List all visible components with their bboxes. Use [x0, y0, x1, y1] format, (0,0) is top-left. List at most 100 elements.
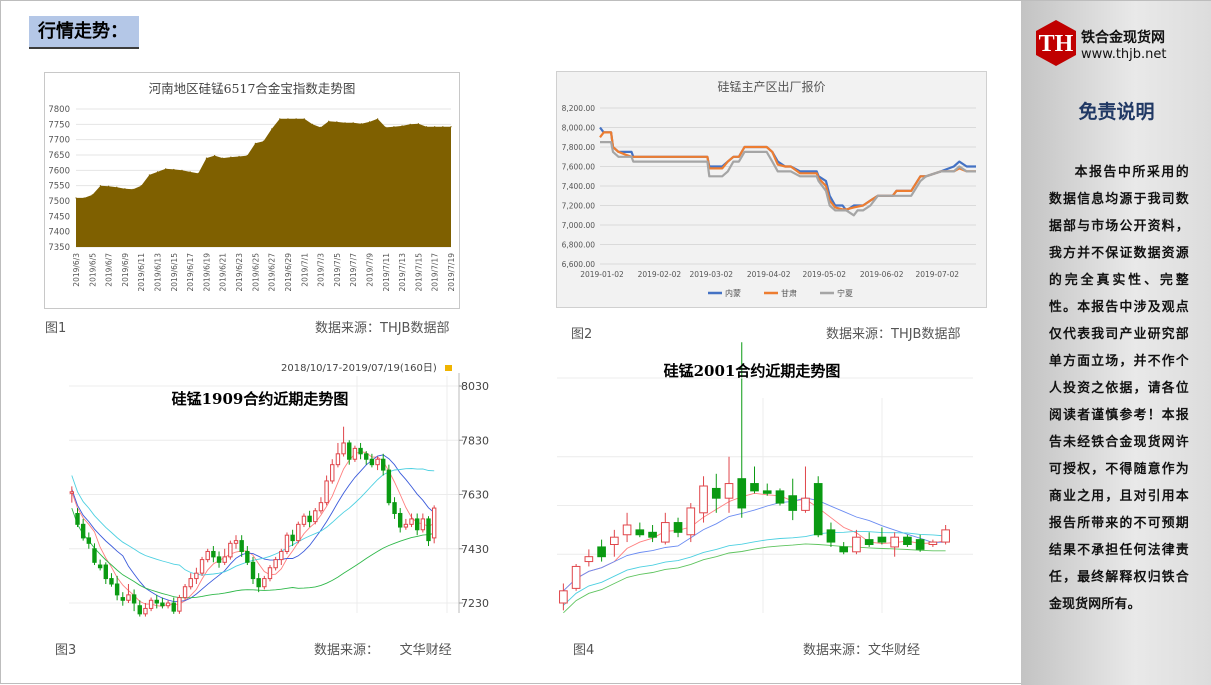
chart-4-candle-body [890, 536, 899, 548]
chart-4-candle [724, 456, 734, 513]
chart-2-x-tick: 2019-03-02 [689, 270, 733, 279]
chart-3-moving-average [71, 507, 435, 599]
chart-3-candle-body [148, 599, 154, 609]
chart-2-legend-label: 内蒙 [725, 288, 741, 298]
chart-3-candle-body [171, 602, 176, 612]
chart-1-point [434, 126, 436, 128]
chart-2-title: 硅锰主产区出厂报价 [717, 79, 825, 94]
chart-3-candle-body [347, 442, 352, 460]
chart-4-candle-body [762, 490, 772, 494]
chart-1-point [303, 118, 305, 120]
chart-1-point [99, 185, 102, 187]
chart-1-y-tick: 7350 [48, 243, 70, 253]
chart-1-point [83, 197, 85, 199]
chart-1-point [254, 142, 256, 144]
chart-1-x-tick: 2019/7/3 [317, 253, 326, 287]
chart-1-x-tick: 2019/6/17 [186, 253, 195, 292]
chart-2-legend-label: 宁夏 [837, 288, 853, 298]
chart-4-candle [864, 532, 874, 547]
chart-3-candle-body [301, 515, 307, 525]
chart-3-candle-body [375, 458, 380, 466]
chart-4-candle [660, 512, 670, 545]
chart-3-candle [313, 508, 318, 525]
chart-3-candle [381, 453, 386, 476]
chart-4-candle [941, 525, 950, 545]
chart-4-candle-body [597, 546, 606, 558]
chart-4-candle [622, 512, 632, 543]
chart-3-candle [330, 459, 335, 484]
chart-3-candle-body [233, 540, 239, 544]
figure-2-label: 图2 [571, 327, 593, 342]
chart-3-candle [426, 516, 431, 547]
chart-1-x-tick: 2019/7/1 [300, 253, 309, 287]
chart-3-candle [148, 597, 154, 612]
chart-1-x-tick: 2019/7/7 [349, 253, 358, 287]
chart-3-candlestick: 2018/10/17-2019/07/19(160日) 8030 7830 7630 7… [69, 363, 489, 617]
chart-3-candle [233, 535, 239, 549]
chart-1-x-tick: 2019/6/7 [105, 253, 114, 287]
chart-3-candle-body [211, 550, 216, 558]
chart-1-x-tick: 2019/6/13 [154, 253, 163, 292]
chart-3-candle [171, 597, 176, 614]
chart-4-candle [673, 517, 683, 538]
chart-4-candle [928, 539, 938, 547]
chart-3-candle-body [114, 583, 120, 596]
chart-3-candle-body [273, 559, 278, 569]
chart-1-x-tick: 2019/6/23 [235, 253, 244, 292]
chart-3-candle-body [324, 480, 329, 504]
chart-3-candle [205, 548, 210, 563]
chart-3-candle-body [352, 447, 358, 460]
chart-3-candle-body [256, 578, 261, 588]
chart-3-candle-body [228, 542, 233, 558]
chart-4-candle [584, 549, 594, 567]
chart-3-candle-body [284, 534, 290, 552]
chart-3-candle [103, 562, 108, 585]
chart-3-candle [414, 513, 420, 536]
chart-4-moving-average [563, 530, 946, 606]
chart-3-candle-body [262, 578, 267, 588]
chart-2-y-tick: 8,000.00 [562, 124, 596, 133]
chart-3-candle [318, 497, 324, 514]
chart-3-candle [431, 505, 437, 544]
chart-4-candle-body [660, 522, 670, 543]
chart-1-x-tick: 2019/6/11 [137, 253, 146, 292]
chart-4-candle-body [928, 541, 938, 545]
chart-4-candle [571, 564, 581, 591]
chart-3-y-tick: 7830 [461, 434, 489, 447]
chart-4-candle-body [610, 536, 619, 545]
chart-2-y-tick: 7,000.00 [562, 221, 596, 230]
chart-4-candle-body [877, 536, 887, 543]
chart-3-candle [97, 559, 103, 571]
chart-3-candle [86, 532, 92, 549]
chart-4-title: 硅锰2001合约近期走势图 [664, 362, 841, 380]
chart-1-point [442, 126, 444, 128]
chart-3-candle-body [131, 594, 137, 604]
chart-3-candle [109, 573, 114, 587]
figure-3-label: 图3 [55, 643, 77, 658]
chart-2-y-tick: 7,400.00 [562, 182, 596, 191]
chart-1-area: 河南地区硅锰6517合金宝指数走势图 7350 7400 7450 7500 7550 76… [44, 72, 460, 309]
chart-3-candle-body [369, 458, 375, 466]
chart-1-point [328, 120, 330, 122]
chart-3-candle-body [386, 469, 392, 504]
figure-4-label: 图4 [573, 643, 595, 658]
chart-4-candle [648, 525, 657, 543]
chart-3-candle-body [250, 561, 256, 580]
chart-2-x-tick: 2019-05-02 [802, 270, 846, 279]
chart-3-candle-body [335, 453, 341, 466]
chart-3-candle [154, 594, 159, 609]
chart-3-y-tick: 7630 [461, 489, 489, 502]
chart-3-candle-body [420, 518, 426, 531]
chart-2-x-tick: 2019-02-02 [638, 270, 682, 279]
chart-3-candle-body [222, 556, 227, 563]
chart-2-y-tick: 6,800.00 [562, 241, 596, 250]
chart-3-candle-body [109, 578, 114, 585]
chart-3-candle-body [86, 537, 92, 544]
chart-4-candle [711, 473, 721, 513]
chart-1-point [165, 168, 167, 170]
chart-1-point [279, 118, 281, 120]
chart-1-x-tick: 2019/6/21 [219, 253, 228, 292]
logo-name: 铁合金现货网 [1081, 30, 1165, 46]
chart-4-candle-body [622, 524, 632, 536]
figure-3-source: 数据来源： 文华财经 [314, 643, 452, 658]
